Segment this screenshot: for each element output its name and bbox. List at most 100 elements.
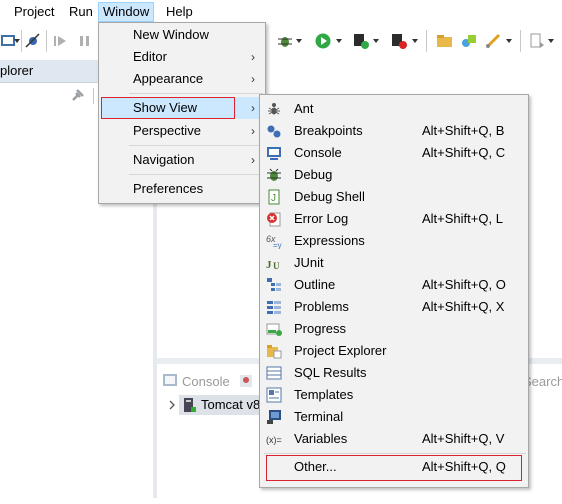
menu-separator (264, 453, 526, 454)
progress-icon (266, 323, 282, 336)
view-item-label: Variables (294, 431, 348, 446)
view-item-label: Debug Shell (294, 189, 365, 204)
chevron-down-icon[interactable] (296, 39, 302, 43)
menubar: Project Run Window Help (0, 0, 562, 24)
debug-shell-icon: J (268, 189, 280, 205)
debug-icon (267, 168, 281, 181)
menu-project[interactable]: Project (10, 2, 58, 22)
toolbar-separator (21, 30, 22, 52)
view-item-junit[interactable]: JU JUnit (260, 252, 528, 274)
view-item-label: Breakpoints (294, 123, 363, 138)
svg-text:U: U (273, 261, 280, 271)
svg-text:=y: =y (273, 241, 282, 249)
toolbar-separator (426, 30, 427, 52)
console-tab-label[interactable]: Console (182, 374, 230, 389)
project-explorer-icon (267, 345, 282, 359)
next-annotation-icon[interactable] (528, 32, 546, 50)
svg-text:J: J (271, 193, 276, 204)
console-view-icon[interactable] (239, 374, 253, 388)
menu-separator (129, 93, 263, 94)
expressions-icon: 6x=y (266, 234, 282, 249)
menu-item-preferences[interactable]: Preferences (99, 178, 265, 200)
open-folder-icon[interactable] (436, 32, 454, 50)
menu-window[interactable]: Window (98, 2, 155, 22)
chevron-right-icon: › (251, 72, 255, 86)
menu-item-navigation[interactable]: Navigation › (99, 149, 265, 171)
chevron-down-icon[interactable] (506, 39, 512, 43)
chevron-down-icon[interactable] (373, 39, 379, 43)
project-explorer-tab[interactable]: plorer (0, 60, 98, 83)
suspend-icon[interactable] (76, 32, 94, 50)
chevron-down-icon[interactable] (336, 39, 342, 43)
view-item-shortcut: Alt+Shift+Q, O (422, 277, 506, 292)
view-item-console[interactable]: Console Alt+Shift+Q, C (260, 142, 528, 164)
chevron-down-icon[interactable] (412, 39, 418, 43)
window-menu: New Window Editor › Appearance › Show View… (98, 22, 266, 204)
problems-icon (267, 301, 281, 314)
view-item-debug[interactable]: Debug (260, 164, 528, 186)
view-item-breakpoints[interactable]: Breakpoints Alt+Shift+Q, B (260, 120, 528, 142)
view-item-variables[interactable]: (x)= Variables Alt+Shift+Q, V (260, 428, 528, 450)
view-item-shortcut: Alt+Shift+Q, L (422, 211, 503, 226)
view-item-label: Ant (294, 101, 314, 116)
view-item-ant[interactable]: Ant (260, 98, 528, 120)
view-item-label: Console (294, 145, 342, 160)
chevron-right-icon: › (251, 50, 255, 64)
expand-chevron-icon[interactable] (167, 400, 177, 410)
external-tools-icon[interactable] (390, 32, 408, 50)
view-item-label: SQL Results (294, 365, 367, 380)
run-icon[interactable] (314, 32, 332, 50)
menu-item-appearance[interactable]: Appearance › (99, 68, 265, 90)
menu-item-perspective[interactable]: Perspective › (99, 120, 265, 142)
view-item-progress[interactable]: Progress (260, 318, 528, 340)
view-item-label: Outline (294, 277, 336, 292)
resume-icon[interactable] (52, 32, 70, 50)
view-item-shortcut: Alt+Shift+Q, V (422, 431, 505, 446)
view-item-problems[interactable]: Problems Alt+Shift+Q, X (260, 296, 528, 318)
error-log-icon (267, 212, 281, 227)
terminal-icon (267, 410, 281, 424)
menu-item-new-window[interactable]: New Window (99, 24, 265, 46)
view-item-debug-shell[interactable]: J Debug Shell (260, 186, 528, 208)
menu-item-label: Editor (133, 49, 167, 64)
skip-breakpoints-icon[interactable] (24, 32, 42, 50)
view-item-error-log[interactable]: Error Log Alt+Shift+Q, L (260, 208, 528, 230)
pin-icon[interactable] (70, 87, 86, 103)
shapes-icon[interactable] (460, 32, 478, 50)
view-item-label: JUnit (294, 255, 324, 270)
breakpoints-icon (267, 125, 281, 138)
view-item-sql-results[interactable]: SQL Results (260, 362, 528, 384)
project-explorer-title: plorer (0, 63, 34, 78)
view-item-label: Project Explorer (294, 343, 387, 358)
chevron-down-icon[interactable] (14, 39, 20, 43)
view-item-templates[interactable]: Templates (260, 384, 528, 406)
menu-item-editor[interactable]: Editor › (99, 46, 265, 68)
view-item-terminal[interactable]: Terminal (260, 406, 528, 428)
chevron-right-icon: › (251, 124, 255, 138)
menu-run[interactable]: Run (65, 2, 97, 22)
view-item-expressions[interactable]: 6x =y Expressions (260, 230, 528, 252)
view-item-shortcut: Alt+Shift+Q, B (422, 123, 505, 138)
highlight-box (101, 97, 235, 119)
menu-separator (129, 174, 263, 175)
view-item-project-explorer[interactable]: Project Explorer (260, 340, 528, 362)
menu-help[interactable]: Help (162, 2, 197, 22)
run-server-icon[interactable] (352, 32, 370, 50)
menu-item-label: Preferences (133, 181, 204, 196)
view-item-shortcut: Alt+Shift+Q, C (422, 145, 506, 160)
outline-icon (267, 278, 281, 291)
debug-run-icon[interactable] (276, 32, 294, 50)
svg-text:J: J (266, 259, 272, 271)
templates-icon (266, 387, 282, 403)
menu-separator (129, 145, 263, 146)
view-item-label: Terminal (294, 409, 344, 424)
server-row[interactable]: Tomcat v8 (179, 395, 269, 415)
server-label: Tomcat v8 (201, 397, 261, 412)
sql-results-icon (266, 366, 282, 380)
view-item-label: Progress (294, 321, 347, 336)
server-icon (184, 398, 196, 412)
view-item-label: Debug (294, 167, 333, 182)
view-item-outline[interactable]: Outline Alt+Shift+Q, O (260, 274, 528, 296)
chevron-down-icon[interactable] (548, 39, 554, 43)
pen-tool-icon[interactable] (484, 32, 502, 50)
